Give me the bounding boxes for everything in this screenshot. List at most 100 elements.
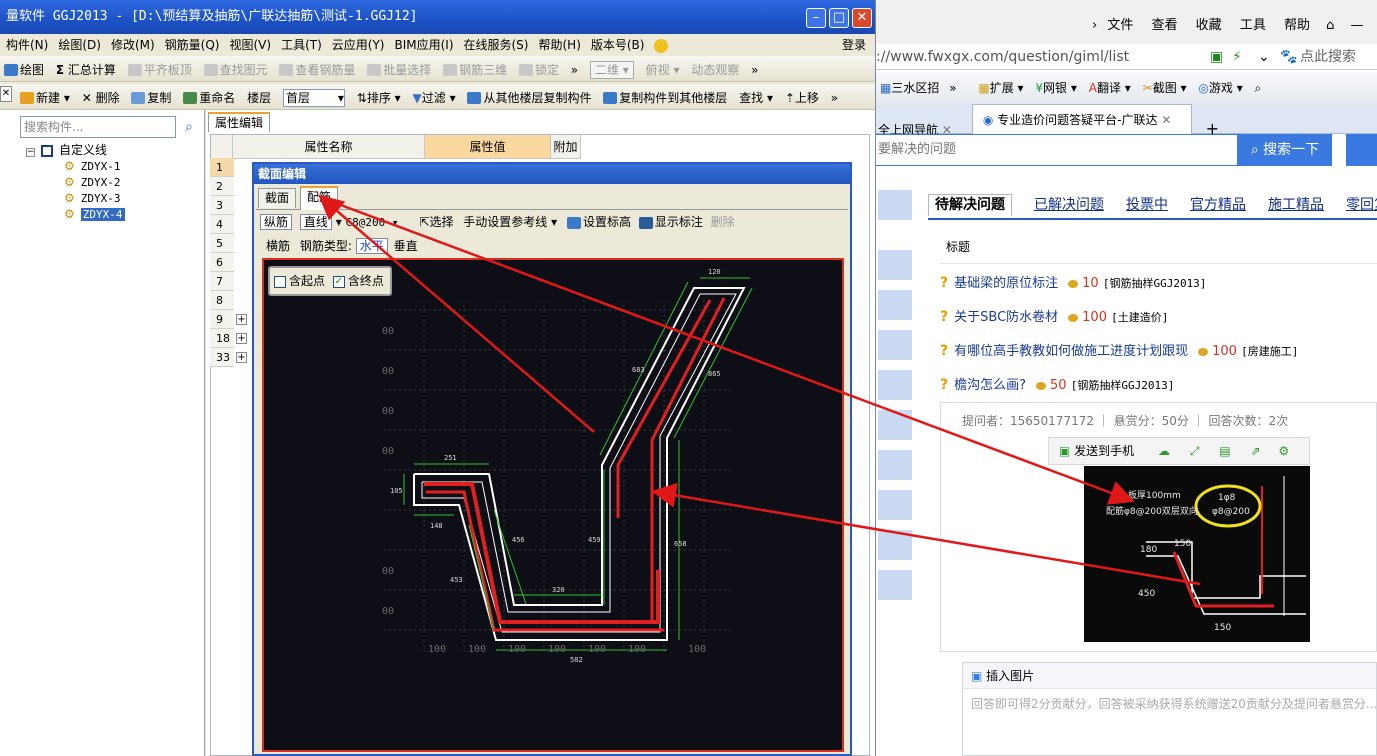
browser-menu-item[interactable]: 帮助 — [1284, 18, 1310, 33]
tree-item[interactable]: ⚙ ZDYX-1 — [26, 158, 125, 174]
tab-section[interactable]: 截面 — [258, 188, 297, 208]
row-number[interactable]: 3 — [210, 196, 234, 215]
menu-item[interactable]: 版本号(B) — [591, 38, 645, 52]
share-icon[interactable]: ⇗ — [1250, 444, 1260, 458]
select-button[interactable]: ⇱选择 — [419, 215, 453, 229]
straight-line-button[interactable]: 直线 — [299, 214, 332, 230]
top-view-button[interactable]: 俯视 ▾ — [646, 57, 680, 83]
menu-item[interactable]: 云应用(Y) — [332, 38, 385, 52]
copy-button[interactable]: 复制 — [131, 85, 171, 111]
tab-zero-reply[interactable]: 零回复 — [1346, 197, 1377, 213]
row-number[interactable]: 33 — [210, 348, 234, 367]
browser-tab-active[interactable]: ◉ 专业造价问题答疑平台-广联达 ✕ — [971, 104, 1192, 134]
row-number[interactable]: 9 — [210, 310, 234, 329]
section-drawing-canvas[interactable]: 251 105 148 456 453 320 459 683 120 865 … — [262, 258, 844, 752]
menu-item[interactable]: 视图(V) — [229, 38, 271, 52]
horizontal-button[interactable]: 水平 — [355, 238, 388, 254]
overflow-chevron-icon[interactable]: » — [831, 85, 838, 111]
cloud-icon[interactable]: ☁ — [1158, 444, 1170, 458]
expand-icon[interactable]: + — [236, 314, 247, 325]
question-item[interactable]: ? 檐沟怎么画? 50 [钢筋抽样GGJ2013] — [940, 368, 1377, 402]
side-nav-item[interactable] — [878, 250, 912, 280]
component-search-input[interactable]: 搜索构件... — [20, 116, 176, 138]
copy-from-floor-button[interactable]: 从其他楼层复制构件 — [467, 85, 591, 111]
reference-drawing-image[interactable]: 板厚100mm 配筋φ8@200双层双向 1φ8 φ8@200 150 180 … — [1084, 466, 1310, 642]
side-nav-item[interactable] — [878, 190, 912, 220]
menu-item[interactable]: 修改(M) — [111, 38, 155, 52]
overflow-chevron-icon[interactable]: » — [751, 57, 758, 83]
row-number[interactable]: 18 — [210, 329, 234, 348]
close-icon[interactable]: ✕ — [852, 8, 872, 28]
manual-ref-line-button[interactable]: 手动设置参考线 ▾ — [463, 215, 557, 229]
side-nav-item[interactable] — [878, 490, 912, 520]
row-number[interactable]: 2 — [210, 177, 234, 196]
include-end-checkbox[interactable]: ✓ 含终点 — [332, 274, 384, 288]
lock-button[interactable]: 锁定 — [518, 57, 559, 83]
insert-image-button[interactable]: ▣ 插入图片 — [963, 663, 1376, 689]
copy-to-floor-button[interactable]: 复制构件到其他楼层 — [603, 85, 727, 111]
tab-unsolved[interactable]: 待解决问题 — [928, 194, 1012, 217]
filter-button[interactable]: ▼过滤 ▾ — [413, 85, 456, 111]
menu-item[interactable]: 在线服务(S) — [464, 38, 529, 52]
menu-item[interactable]: 帮助(H) — [538, 38, 580, 52]
tree-item[interactable]: ⚙ ZDYX-3 — [26, 190, 125, 206]
set-elevation-button[interactable]: 设置标高 — [566, 215, 631, 229]
cross-rebar-button[interactable]: 横筋 — [266, 239, 290, 253]
new-button[interactable]: 新建 ▾ — [20, 85, 70, 111]
fav-item[interactable]: ▦扩展 ▾ — [978, 81, 1023, 95]
address-url[interactable]: ://www.fwxgx.com/question/giml/list — [876, 49, 1129, 65]
panel-close-icon[interactable]: ✕ — [0, 86, 12, 102]
fav-item[interactable]: A翻译 ▾ — [1089, 81, 1131, 95]
row-number[interactable]: 8 — [210, 291, 234, 310]
side-nav-item[interactable] — [878, 450, 912, 480]
include-start-checkbox[interactable]: 含起点 — [274, 274, 325, 288]
rename-button[interactable]: 重命名 — [183, 85, 235, 111]
search-hint[interactable]: 点此搜索 — [1300, 44, 1356, 70]
address-bar[interactable]: ://www.fwxgx.com/question/giml/list ▣ ⚡ … — [876, 44, 1377, 70]
question-search-input[interactable]: 要解决的问题 — [876, 134, 1238, 166]
browser-menu-item[interactable]: 工具 — [1240, 18, 1266, 33]
tree-item[interactable]: ⚙ ZDYX-2 — [26, 174, 125, 190]
delete-button[interactable]: ✕ 删除 — [82, 85, 120, 111]
long-rebar-button[interactable]: 纵筋 — [260, 214, 293, 230]
row-number[interactable]: 4 — [210, 215, 234, 234]
question-item[interactable]: ? 关于SBC防水卷材 100 [土建造价] — [940, 300, 1377, 334]
tab-close-icon[interactable]: ✕ — [1161, 113, 1171, 127]
overflow-chevron-icon[interactable]: » — [949, 81, 956, 95]
tab-voting[interactable]: 投票中 — [1126, 197, 1168, 213]
vertical-button[interactable]: 垂直 — [394, 239, 418, 253]
fav-item[interactable]: ¥网银 ▾ — [1035, 81, 1077, 95]
side-nav-item[interactable] — [878, 290, 912, 320]
floor-select[interactable]: 首层 ▾ — [282, 88, 345, 107]
row-number[interactable]: 6 — [210, 253, 234, 272]
menu-item[interactable]: 钢筋量(Q) — [165, 38, 220, 52]
draw-button[interactable]: 绘图 — [4, 57, 44, 83]
expand-icon[interactable]: + — [236, 352, 247, 363]
login-link[interactable]: 登录 — [842, 34, 866, 56]
tab-official[interactable]: 官方精品 — [1190, 197, 1246, 213]
overflow-chevron-icon[interactable]: » — [571, 57, 578, 83]
find-button[interactable]: 查找 ▾ — [739, 85, 773, 111]
question-search-button[interactable]: ⌕ 搜索一下 — [1238, 134, 1332, 166]
dynamic-view-button[interactable]: 动态观察 — [691, 57, 739, 83]
answer-textarea[interactable]: 回答即可得2分贡献分，回答被采纳获得系统赠送20贡献分及提问者悬赏分... — [963, 689, 1376, 718]
rebar-3d-button[interactable]: 钢筋三维 — [443, 57, 507, 83]
search-icon[interactable]: ⌕ — [1255, 81, 1262, 95]
dropdown-icon[interactable]: ⌄ — [1258, 44, 1270, 70]
tab-reinforcement[interactable]: 配筋 — [300, 186, 339, 210]
side-nav-item[interactable] — [878, 410, 912, 440]
side-nav-item[interactable] — [878, 530, 912, 560]
row-number[interactable]: 7 — [210, 272, 234, 291]
view-rebar-button[interactable]: 查看钢筋量 — [279, 57, 355, 83]
maximize-icon[interactable]: □ — [829, 8, 849, 28]
fav-item[interactable]: ✂截图 ▾ — [1143, 81, 1187, 95]
find-element-button[interactable]: 查找图元 — [203, 57, 268, 83]
tab-construction[interactable]: 施工精品 — [1268, 197, 1324, 213]
browser-menu-item[interactable]: 文件 — [1107, 18, 1133, 33]
collapse-icon[interactable]: − — [26, 148, 35, 157]
side-nav-item[interactable] — [878, 570, 912, 600]
tab-solved[interactable]: 已解决问题 — [1034, 197, 1104, 213]
fav-item[interactable]: ▦三水区招 — [880, 81, 939, 95]
batch-select-button[interactable]: 批量选择 — [367, 57, 431, 83]
row-number[interactable]: 5 — [210, 234, 234, 253]
